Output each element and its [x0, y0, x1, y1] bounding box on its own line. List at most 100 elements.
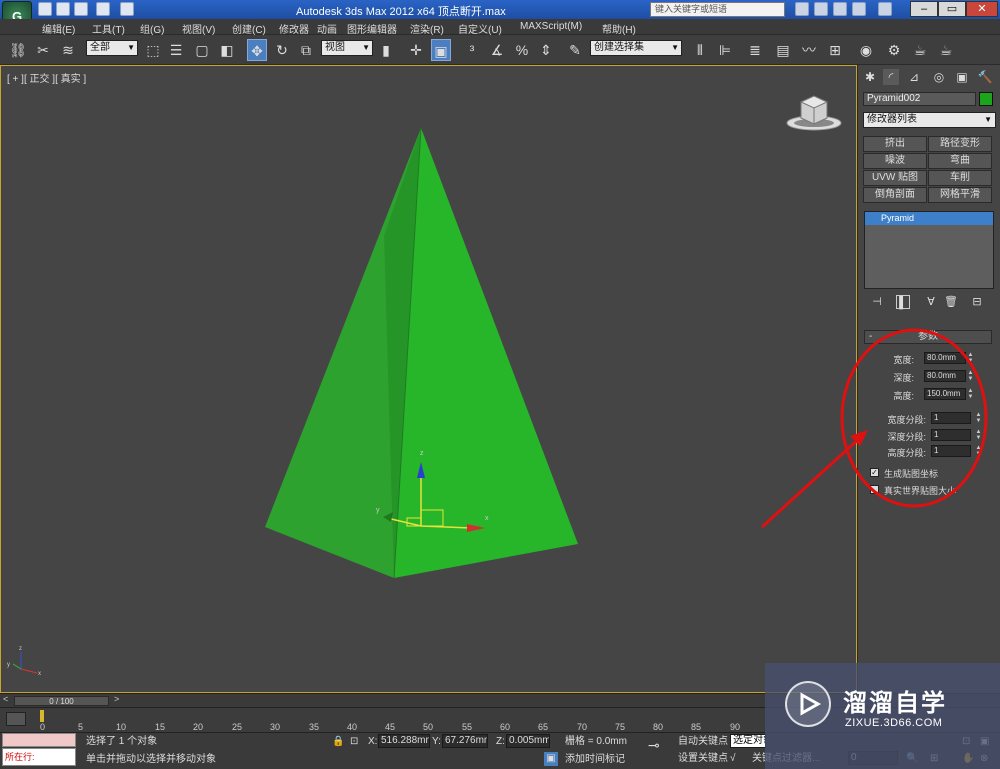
remove-modifier-icon[interactable]: 🗑	[944, 295, 958, 309]
width-spinner[interactable]: ▲ ▼	[967, 352, 974, 364]
schematic-view-icon[interactable]: ⊞	[825, 39, 845, 61]
mini-curve-editor-icon[interactable]	[6, 712, 26, 726]
pivot-center-icon[interactable]: ▮	[376, 39, 396, 61]
time-slider-thumb[interactable]: 0 / 100	[14, 696, 109, 706]
height-segs-field[interactable]: 1	[931, 445, 971, 457]
window-crossing-icon[interactable]: ◧	[217, 39, 237, 61]
menu-tools[interactable]: 工具(T)	[92, 21, 125, 36]
time-prev-icon[interactable]: <	[3, 694, 8, 704]
make-unique-icon[interactable]: ∀	[924, 295, 938, 309]
select-by-name-icon[interactable]: ☰	[166, 39, 186, 61]
angle-snap-icon[interactable]: ∡	[487, 39, 507, 61]
absolute-mode-icon[interactable]: ⊡	[350, 735, 359, 749]
height-spinner[interactable]: ▲ ▼	[967, 388, 974, 400]
menu-group[interactable]: 组(G)	[140, 21, 164, 36]
set-key-icon[interactable]: ⊸	[648, 738, 660, 752]
binoculars-icon[interactable]	[795, 2, 809, 16]
z-coord-field[interactable]: 0.005mm	[506, 734, 550, 748]
select-object-icon[interactable]: ⬚	[143, 39, 163, 61]
menu-edit[interactable]: 编辑(E)	[42, 21, 75, 36]
link-icon[interactable]: ⛓	[8, 39, 28, 61]
restore-button[interactable]: ▭	[938, 1, 966, 17]
rollout-collapse-icon[interactable]: -	[869, 331, 872, 343]
key-set-dropdown[interactable]: 选定对象	[730, 734, 766, 748]
graphite-toolbar-icon[interactable]: ▤	[773, 39, 793, 61]
modifier-button-lathe[interactable]: 车削	[928, 170, 992, 186]
layer-manager-icon[interactable]: ≣	[745, 39, 765, 61]
stack-item-pyramid[interactable]: Pyramid	[865, 212, 993, 225]
width-field[interactable]: 80.0mm	[924, 352, 966, 364]
width-segs-spinner[interactable]: ▲ ▼	[975, 412, 982, 424]
select-scale-icon[interactable]: ⧉	[296, 39, 316, 61]
modify-tab-icon[interactable]: ◜	[883, 69, 899, 85]
modifier-button-path-deform[interactable]: 路径变形	[928, 136, 992, 152]
modifier-button-bevel-profile[interactable]: 倒角剖面	[863, 187, 927, 203]
mirror-icon[interactable]: ⫴	[690, 39, 710, 61]
maxscript-listener-field[interactable]: 所在行:	[2, 748, 76, 766]
minimize-button[interactable]: –	[910, 1, 938, 17]
unlink-icon[interactable]: ✂	[33, 39, 53, 61]
edit-named-selection-icon[interactable]: ✎	[565, 39, 585, 61]
modifier-button-bend[interactable]: 弯曲	[928, 153, 992, 169]
set-key-mode-button[interactable]: 设置关键点	[678, 752, 728, 766]
modifier-stack[interactable]: Pyramid	[864, 211, 994, 289]
open-file-icon[interactable]	[56, 2, 70, 16]
object-color-swatch[interactable]	[979, 92, 993, 106]
display-tab-icon[interactable]: ▣	[954, 69, 970, 85]
lock-selection-icon[interactable]: 🔒	[332, 735, 345, 749]
perspective-viewport[interactable]: [ + ][ 正交 ][ 真实 ] z x y z x y	[0, 65, 857, 693]
viewcube-icon[interactable]	[786, 95, 842, 131]
search-input[interactable]: 键入关键字或短语	[650, 2, 785, 17]
real-world-map-size-checkbox[interactable]	[870, 485, 879, 494]
pin-stack-icon[interactable]: ⊣	[870, 295, 884, 309]
width-segs-field[interactable]: 1	[931, 412, 971, 424]
select-manipulate-icon[interactable]: ✛	[406, 39, 426, 61]
add-time-tag-label[interactable]: 添加时间标记	[565, 753, 625, 767]
configure-sets-icon[interactable]: ⊟	[970, 295, 984, 309]
modifier-button-uvw-map[interactable]: UVW 贴图	[863, 170, 927, 186]
menu-view[interactable]: 视图(V)	[182, 21, 215, 36]
modifier-button-meshsmooth[interactable]: 网格平滑	[928, 187, 992, 203]
snap-3d-icon[interactable]: ³	[462, 39, 482, 61]
utilities-tab-icon[interactable]: 🔨	[977, 69, 993, 85]
depth-segs-spinner[interactable]: ▲ ▼	[975, 429, 982, 441]
select-move-icon[interactable]: ✥	[247, 39, 267, 61]
depth-field[interactable]: 80.0mm	[924, 370, 966, 382]
undo-icon[interactable]	[96, 2, 110, 16]
rect-selection-icon[interactable]: ▢	[192, 39, 212, 61]
menu-modifiers[interactable]: 修改器	[279, 21, 309, 36]
new-file-icon[interactable]	[38, 2, 52, 16]
menu-animation[interactable]: 动画	[317, 21, 337, 36]
modifier-button-extrude[interactable]: 挤出	[863, 136, 927, 152]
keyboard-shortcut-toggle-icon[interactable]: ▣	[431, 39, 451, 61]
menu-maxscript[interactable]: MAXScript(M)	[520, 21, 582, 32]
tools-icon[interactable]	[814, 2, 828, 16]
time-next-icon[interactable]: >	[114, 694, 119, 704]
hierarchy-tab-icon[interactable]: ⊿	[906, 69, 922, 85]
menu-graph-editors[interactable]: 图形编辑器	[347, 21, 397, 36]
star-icon[interactable]	[833, 2, 847, 16]
material-editor-icon[interactable]: ◉	[856, 39, 876, 61]
gen-map-coords-checkbox[interactable]: ✓	[870, 468, 879, 477]
add-time-tag-icon[interactable]: ▣	[544, 752, 558, 766]
show-end-result-icon[interactable]: ▌	[896, 295, 910, 309]
align-icon[interactable]: ⊫	[715, 39, 735, 61]
depth-spinner[interactable]: ▲ ▼	[967, 370, 974, 382]
menu-help[interactable]: 帮助(H)	[602, 21, 636, 36]
select-rotate-icon[interactable]: ↻	[272, 39, 292, 61]
selection-filter-dropdown[interactable]: 全部	[86, 40, 138, 56]
menu-rendering[interactable]: 渲染(R)	[410, 21, 444, 36]
auto-key-button[interactable]: 自动关键点	[678, 735, 728, 749]
modifier-list-dropdown[interactable]: 修改器列表	[863, 112, 996, 128]
render-production-icon[interactable]: ☕	[936, 39, 956, 61]
help-icon[interactable]	[878, 2, 892, 16]
height-segs-spinner[interactable]: ▲ ▼	[975, 445, 982, 457]
close-button[interactable]: ✕	[966, 1, 998, 17]
create-tab-icon[interactable]: ✱	[862, 69, 878, 85]
modifier-button-noise[interactable]: 噪波	[863, 153, 927, 169]
percent-snap-icon[interactable]: %	[512, 39, 532, 61]
pin-icon[interactable]	[852, 2, 866, 16]
redo-icon[interactable]	[120, 2, 134, 16]
motion-tab-icon[interactable]: ◎	[931, 69, 947, 85]
maxscript-listener-top[interactable]	[2, 733, 76, 747]
